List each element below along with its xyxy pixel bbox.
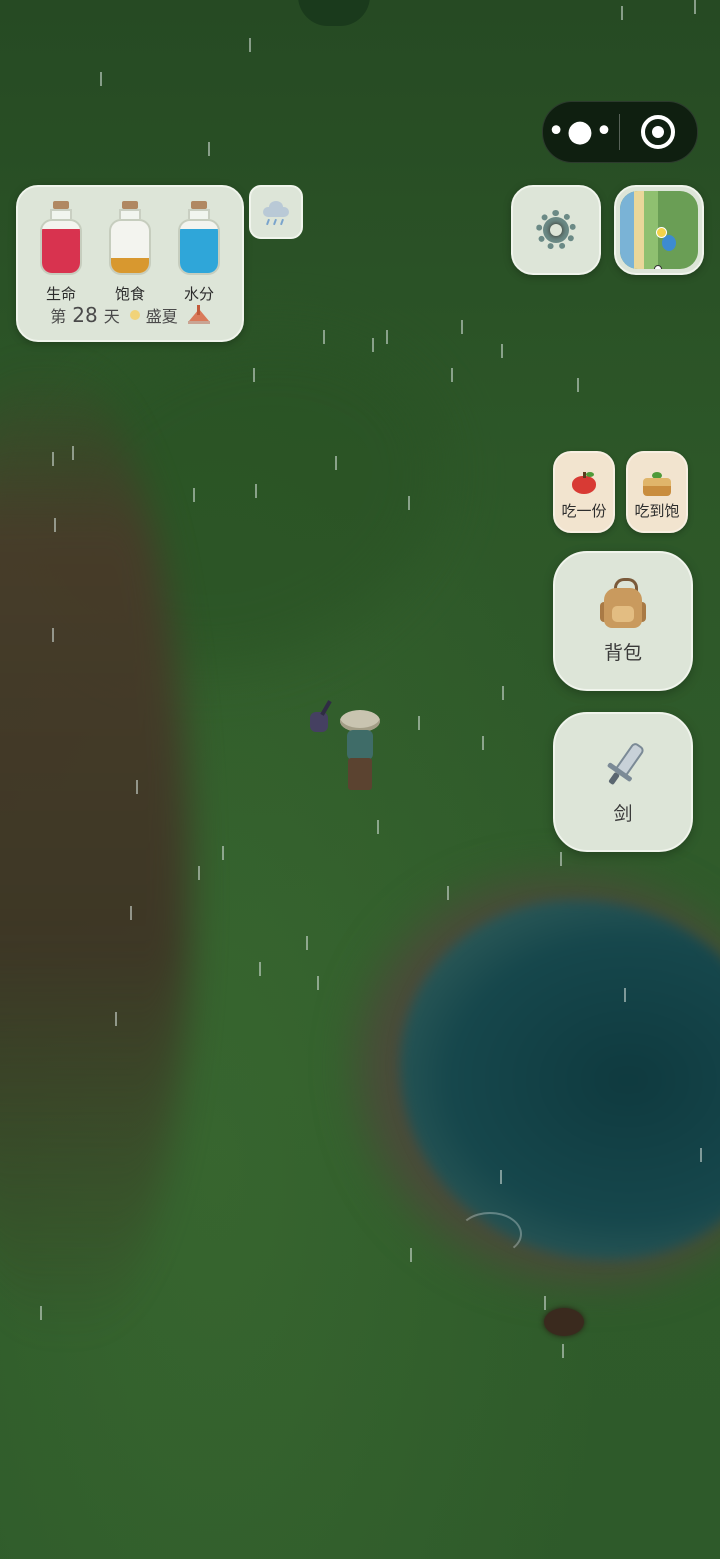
raindrop: [306, 936, 308, 950]
raindrop: [377, 820, 379, 834]
raindrop: [502, 686, 504, 700]
lunchbox-icon: [643, 472, 671, 496]
health-label: 生命: [45, 285, 76, 303]
raindrop: [54, 518, 56, 532]
raindrop: [115, 1012, 117, 1026]
eat-full-label: 吃到饱: [634, 502, 680, 520]
settings-button[interactable]: [511, 185, 601, 275]
raindrop: [562, 1344, 564, 1358]
hunger-bottle-icon: [109, 219, 151, 275]
raindrop: [418, 716, 420, 730]
raindrop: [700, 1148, 702, 1162]
weapon-label: 剑: [613, 802, 633, 825]
weather-indicator[interactable]: [249, 185, 303, 239]
day-number: 28: [72, 303, 98, 327]
health-meter: 生命: [40, 201, 82, 304]
raindrop: [447, 886, 449, 900]
raindrop: [544, 1296, 546, 1310]
raindrop: [408, 496, 410, 510]
raindrop: [372, 338, 374, 352]
raindrop: [40, 1306, 42, 1320]
raindrop: [410, 1248, 412, 1262]
raindrop: [249, 38, 251, 52]
raindrop: [100, 72, 102, 86]
day-suffix: 天: [103, 307, 120, 326]
raindrop: [208, 142, 210, 156]
backpack-icon: [600, 577, 646, 628]
water-bottle-icon: [178, 219, 220, 275]
raindrop: [482, 736, 484, 750]
player-character: [336, 710, 384, 796]
eat-full-button[interactable]: 吃到饱: [626, 451, 688, 533]
raindrop: [52, 628, 54, 642]
health-bottle-icon: [40, 219, 82, 275]
weapon-button[interactable]: 剑: [553, 712, 693, 852]
raindrop: [577, 378, 579, 392]
water-meter: 水分: [178, 201, 220, 304]
raindrop: [621, 6, 623, 20]
sun-icon: [129, 310, 140, 320]
target-icon: [641, 115, 675, 149]
temperature-icon: [187, 305, 210, 325]
hunger-label: 饱食: [114, 285, 145, 303]
raindrop: [222, 846, 224, 860]
pet-companion: [306, 700, 334, 740]
raindrop: [386, 330, 388, 344]
raindrop: [461, 320, 463, 334]
raindrop: [501, 344, 503, 358]
raindrop: [624, 988, 626, 1002]
raindrop: [136, 780, 138, 794]
season-label: 盛夏: [145, 307, 178, 326]
raindrop: [255, 484, 257, 498]
raindrop: [694, 0, 696, 14]
raindrop: [323, 330, 325, 344]
sword-icon: [592, 732, 653, 796]
backpack-button[interactable]: 背包: [553, 551, 693, 691]
raindrop: [72, 446, 74, 460]
eat-one-button[interactable]: 吃一份: [553, 451, 615, 533]
raindrop: [130, 906, 132, 920]
rain-cloud-icon: [261, 201, 291, 226]
dig-hole[interactable]: [544, 1308, 584, 1336]
status-panel: 生命 饱食 水分 第 28 天 盛夏: [16, 185, 244, 342]
raindrop: [193, 488, 195, 502]
water-label: 水分: [183, 285, 214, 303]
raindrop: [560, 852, 562, 866]
mini-program-capsule: •●•: [542, 101, 698, 163]
minimap-button[interactable]: [614, 185, 704, 275]
raindrop: [335, 456, 337, 470]
water-ripple: [458, 1212, 522, 1256]
more-options-button[interactable]: •●•: [543, 117, 619, 147]
day-prefix: 第: [50, 307, 67, 326]
raindrop: [253, 368, 255, 382]
close-button[interactable]: [620, 115, 696, 149]
gear-icon: [536, 210, 576, 250]
raindrop: [52, 452, 54, 466]
raindrop: [259, 962, 261, 976]
day-counter: 第 28 天 盛夏: [18, 303, 242, 327]
raindrop: [317, 976, 319, 990]
raindrop: [500, 1170, 502, 1184]
raindrop: [198, 866, 200, 880]
apple-icon: [572, 472, 596, 494]
eat-one-label: 吃一份: [561, 502, 607, 520]
hunger-meter: 饱食: [109, 201, 151, 304]
backpack-label: 背包: [603, 641, 642, 664]
minimap-icon: [620, 191, 698, 269]
raindrop: [451, 368, 453, 382]
